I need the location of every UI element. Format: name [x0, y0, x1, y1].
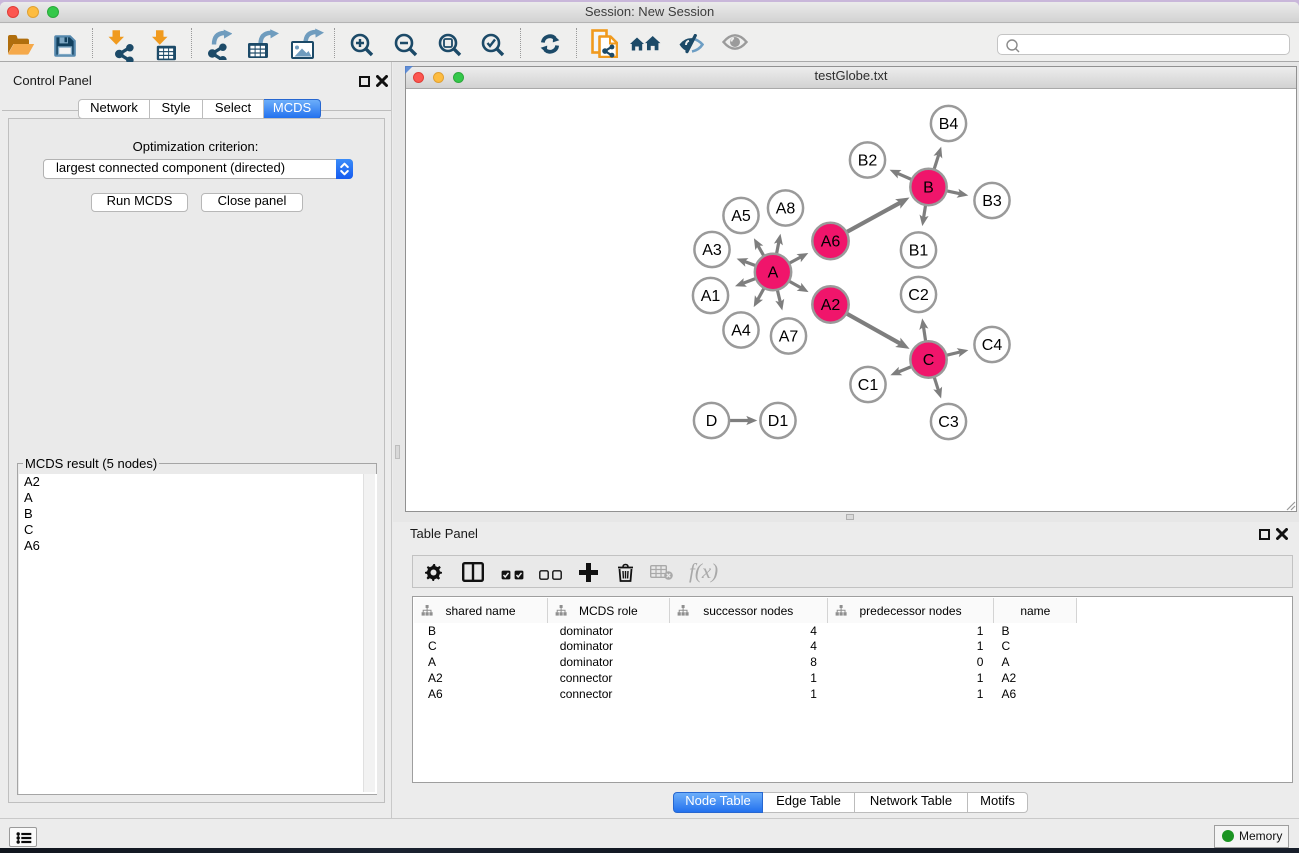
svg-text:A4: A4 — [731, 323, 751, 340]
svg-text:A7: A7 — [779, 329, 799, 346]
svg-text:B4: B4 — [939, 116, 959, 133]
svg-text:C2: C2 — [908, 287, 929, 304]
svg-text:B2: B2 — [858, 153, 878, 170]
svg-text:C4: C4 — [982, 337, 1003, 354]
svg-text:A2: A2 — [821, 297, 841, 314]
svg-text:A8: A8 — [776, 201, 796, 218]
svg-text:A5: A5 — [731, 208, 751, 225]
svg-text:A1: A1 — [701, 288, 721, 305]
svg-text:C1: C1 — [858, 377, 879, 394]
svg-text:A6: A6 — [821, 234, 841, 251]
svg-text:B1: B1 — [909, 243, 929, 260]
svg-text:A: A — [768, 265, 779, 282]
svg-text:C: C — [923, 352, 935, 369]
svg-text:B: B — [923, 180, 934, 197]
svg-text:C3: C3 — [938, 414, 959, 431]
svg-text:D: D — [706, 413, 718, 430]
svg-text:D1: D1 — [768, 413, 789, 430]
svg-text:B3: B3 — [982, 193, 1002, 210]
svg-text:A3: A3 — [702, 242, 722, 259]
